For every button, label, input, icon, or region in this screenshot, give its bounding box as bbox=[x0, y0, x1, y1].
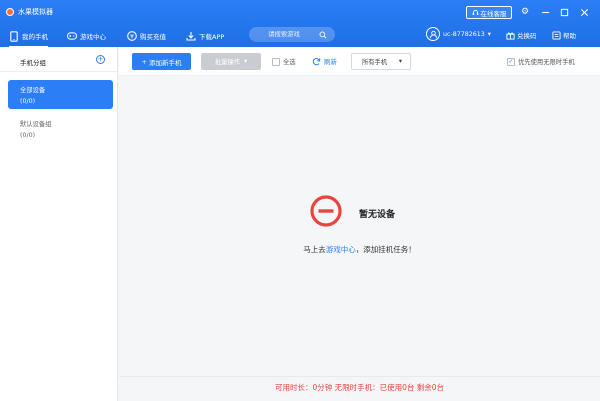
maximize-icon[interactable] bbox=[558, 6, 570, 18]
plus-icon: + bbox=[141, 57, 147, 66]
empty-message: 马上去游戏中心，添加挂机任务！ bbox=[119, 244, 600, 255]
group-name: 默认设备组 bbox=[20, 121, 52, 128]
title-bar: 水果模拟器 在线客服 ⚙ bbox=[0, 0, 600, 24]
search-icon[interactable] bbox=[319, 31, 327, 39]
yuan-coin-icon: ¥ bbox=[127, 31, 137, 41]
checkbox-icon[interactable] bbox=[272, 57, 280, 66]
chevron-down-icon: ▾ bbox=[398, 58, 402, 65]
gift-icon bbox=[506, 32, 515, 40]
phone-filter-select[interactable]: 所有手机 ▾ bbox=[351, 53, 411, 70]
add-group-plus-icon[interactable]: + bbox=[96, 55, 105, 64]
group-name: 全部设备 bbox=[20, 87, 46, 94]
game-center-link[interactable]: 游戏中心 bbox=[326, 245, 356, 254]
nav-download-app-label: 下载APP bbox=[199, 33, 225, 41]
nav-game-center-label: 游戏中心 bbox=[80, 33, 106, 41]
refresh-label: 刷新 bbox=[324, 58, 337, 66]
redeem-code-button[interactable]: 兑换码 bbox=[506, 30, 537, 40]
headset-icon bbox=[472, 9, 478, 15]
chevron-down-icon: ▾ bbox=[244, 58, 248, 65]
nav-my-phones[interactable]: 我的手机 bbox=[9, 28, 48, 48]
download-icon bbox=[186, 31, 196, 41]
app-header: 水果模拟器 在线客服 ⚙ 我的手机 游戏中心 ¥ 购买充值 下载APP 请搜索游… bbox=[0, 0, 600, 48]
nav-download-app[interactable]: 下载APP bbox=[186, 28, 224, 44]
help-book-icon bbox=[552, 30, 561, 40]
checked-checkbox-icon[interactable]: ✓ bbox=[507, 57, 515, 66]
online-support-label: 在线客服 bbox=[480, 9, 507, 18]
group-count: (0/0) bbox=[20, 132, 36, 139]
empty-message-suffix: ，添加挂机任务！ bbox=[355, 245, 416, 254]
online-support-button[interactable]: 在线客服 bbox=[466, 6, 512, 19]
batch-operation-button[interactable]: 批量操作 ▾ bbox=[201, 53, 261, 70]
nav-purchase-label: 购买充值 bbox=[140, 33, 166, 41]
chevron-down-icon[interactable]: ▾ bbox=[488, 31, 491, 38]
user-id: uc-87782613 bbox=[443, 30, 485, 38]
empty-message-prefix: 马上去 bbox=[303, 245, 326, 254]
select-all-label: 全选 bbox=[283, 59, 296, 66]
help-label: 帮助 bbox=[563, 32, 576, 40]
empty-title: 暂无设备 bbox=[359, 210, 396, 220]
close-icon[interactable] bbox=[578, 6, 590, 18]
minimize-icon[interactable] bbox=[539, 6, 551, 18]
avatar-icon[interactable] bbox=[426, 27, 440, 41]
refresh-icon bbox=[312, 57, 321, 65]
redeem-code-label: 兑换码 bbox=[517, 32, 537, 40]
sidebar-title: 手机分组 bbox=[20, 59, 46, 67]
empty-minus-circle-icon bbox=[310, 195, 342, 227]
phone-filter-value: 所有手机 bbox=[362, 59, 388, 66]
prefer-unlimited-checkbox[interactable]: ✓ 优先使用无限时手机 bbox=[507, 57, 575, 66]
help-button[interactable]: 帮助 bbox=[552, 30, 576, 40]
nav-my-phones-label: 我的手机 bbox=[22, 33, 48, 41]
game-search-box[interactable] bbox=[249, 27, 335, 42]
add-phone-button[interactable]: + 添加新手机 bbox=[132, 53, 191, 70]
prefer-unlimited-label: 优先使用无限时手机 bbox=[518, 59, 575, 66]
svg-text:¥: ¥ bbox=[130, 33, 134, 40]
usage-status-text: 可用时长：0分钟 无限时手机：已使用0台 剩余0台 bbox=[274, 383, 445, 392]
app-logo-icon bbox=[6, 8, 14, 16]
phone-icon bbox=[9, 30, 19, 42]
device-toolbar: + 添加新手机 批量操作 ▾ 全选 刷新 所有手机 ▾ ✓ 优先使用无限时手机 bbox=[119, 47, 600, 76]
status-footer: 可用时长：0分钟 无限时手机：已使用0台 剩余0台 bbox=[119, 376, 600, 401]
group-count: (0/0) bbox=[20, 98, 36, 105]
add-phone-label: 添加新手机 bbox=[148, 58, 182, 67]
app-title: 水果模拟器 bbox=[18, 8, 53, 16]
nav-purchase[interactable]: ¥ 购买充值 bbox=[127, 28, 166, 44]
sidebar-item-all-devices[interactable]: 全部设备 (0/0) bbox=[8, 80, 113, 109]
search-input[interactable] bbox=[249, 31, 319, 38]
refresh-button[interactable]: 刷新 bbox=[312, 56, 337, 66]
sidebar-header: 手机分组 + bbox=[0, 47, 117, 72]
device-list-area: 暂无设备 马上去游戏中心，添加挂机任务！ bbox=[119, 76, 600, 375]
select-all-checkbox[interactable]: 全选 bbox=[272, 57, 296, 66]
gamepad-icon bbox=[67, 31, 77, 41]
nav-game-center[interactable]: 游戏中心 bbox=[67, 28, 106, 44]
settings-gear-icon[interactable]: ⚙ bbox=[519, 6, 531, 18]
batch-operation-label: 批量操作 bbox=[214, 59, 240, 66]
sidebar-item-default-group[interactable]: 默认设备组 (0/0) bbox=[8, 114, 113, 143]
sidebar: 手机分组 + 全部设备 (0/0) 默认设备组 (0/0) bbox=[0, 47, 118, 401]
user-account[interactable]: uc-87782613 ▾ bbox=[426, 27, 491, 41]
